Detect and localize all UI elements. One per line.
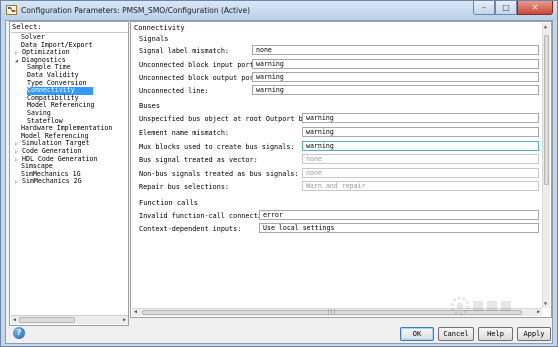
bus-treated-as-vector-label: Bus signal treated as vector:	[139, 156, 258, 164]
tree-horizontal-scrollbar[interactable]: ◀ ▶	[11, 315, 128, 324]
bus-treated-as-vector-select[interactable]: none	[302, 154, 539, 164]
settings-vertical-scrollbar[interactable]: ▲ ▼	[542, 23, 550, 308]
window-controls: – □ ✕	[473, 1, 553, 16]
category-tree-pane: Select: Solver Data Import/Export ▷ Optimiz…	[9, 21, 129, 326]
maximize-button[interactable]: □	[495, 1, 517, 15]
select-label: Select:	[12, 23, 42, 31]
settings-panel: Connectivity Signals Signal label mismat…	[130, 21, 552, 318]
unconnected-input-ports-label: Unconnected block input ports:	[139, 61, 262, 69]
element-name-mismatch-select[interactable]: warning	[302, 127, 539, 137]
signal-label-mismatch-select[interactable]: none	[252, 45, 539, 55]
context-dependent-inputs-label: Context-dependent inputs:	[139, 225, 242, 233]
window-title: Configuration Parameters: PMSM_SMO/Confi…	[21, 6, 251, 15]
unspecified-bus-object-label: Unspecified bus object at root Outport b…	[139, 115, 324, 123]
unconnected-line-select[interactable]: warning	[252, 85, 539, 95]
apply-button[interactable]: Apply	[517, 327, 551, 341]
category-tree: Solver Data Import/Export ▷ Optimization ◢ Di…	[11, 32, 128, 314]
panel-title: Connectivity	[134, 24, 185, 32]
tree-item-label: SimMechanics 2G	[22, 177, 82, 186]
minimize-button[interactable]: –	[473, 1, 495, 15]
unconnected-line-label: Unconnected line:	[139, 87, 209, 95]
repair-bus-selections-select[interactable]: Warn and repair	[302, 181, 539, 191]
non-bus-as-bus-label: Non-bus signals treated as bus signals:	[139, 170, 299, 178]
signals-group-title: Signals	[139, 35, 169, 43]
mux-blocks-bus-label: Mux blocks used to create bus signals:	[139, 143, 295, 151]
scroll-thumb[interactable]	[19, 317, 75, 323]
element-name-mismatch-label: Element name mismatch:	[139, 129, 230, 137]
unconnected-input-ports-select[interactable]: warning	[252, 59, 539, 69]
close-button[interactable]: ✕	[517, 1, 553, 15]
simulink-app-icon	[6, 5, 17, 15]
context-dependent-inputs-select[interactable]: Use local settings	[259, 223, 539, 233]
buses-group-title: Buses	[139, 102, 161, 110]
scroll-left-arrow-icon[interactable]: ◀	[134, 309, 137, 315]
configuration-window: Configuration Parameters: PMSM_SMO/Confi…	[0, 0, 558, 347]
tree-expander-icon[interactable]: ◢	[15, 58, 22, 66]
scroll-up-arrow-icon[interactable]: ▲	[544, 24, 547, 30]
scroll-left-arrow-icon[interactable]: ◀	[13, 317, 16, 323]
cancel-button[interactable]: Cancel	[438, 327, 474, 341]
non-bus-as-bus-select[interactable]: none	[302, 168, 539, 178]
unspecified-bus-object-select[interactable]: warning	[302, 113, 539, 123]
scroll-grip-icon: |||	[327, 309, 337, 315]
signal-label-mismatch-label: Signal label mismatch:	[139, 47, 230, 55]
title-bar[interactable]: Configuration Parameters: PMSM_SMO/Confi…	[1, 1, 557, 20]
help-button[interactable]: Help	[478, 327, 513, 341]
watermark-gear-logo	[450, 296, 511, 316]
function-calls-group-title: Function calls	[139, 199, 199, 207]
unconnected-output-ports-select[interactable]: warning	[252, 72, 539, 82]
unconnected-output-ports-label: Unconnected block output ports:	[139, 74, 266, 82]
mux-blocks-bus-select[interactable]: warning	[302, 141, 539, 151]
invalid-function-call-label: Invalid function-call connection:	[139, 212, 275, 220]
tree-expander-icon[interactable]: ▷	[15, 179, 22, 187]
scroll-thumb[interactable]	[544, 35, 549, 185]
scroll-right-arrow-icon[interactable]: ▶	[123, 317, 126, 323]
tree-item[interactable]: ▷ SimMechanics 2G	[15, 178, 82, 186]
help-question-icon[interactable]: ?	[13, 327, 25, 339]
repair-bus-selections-label: Repair bus selections:	[139, 183, 230, 191]
ok-button[interactable]: OK	[400, 327, 434, 341]
invalid-function-call-select[interactable]: error	[259, 210, 539, 220]
